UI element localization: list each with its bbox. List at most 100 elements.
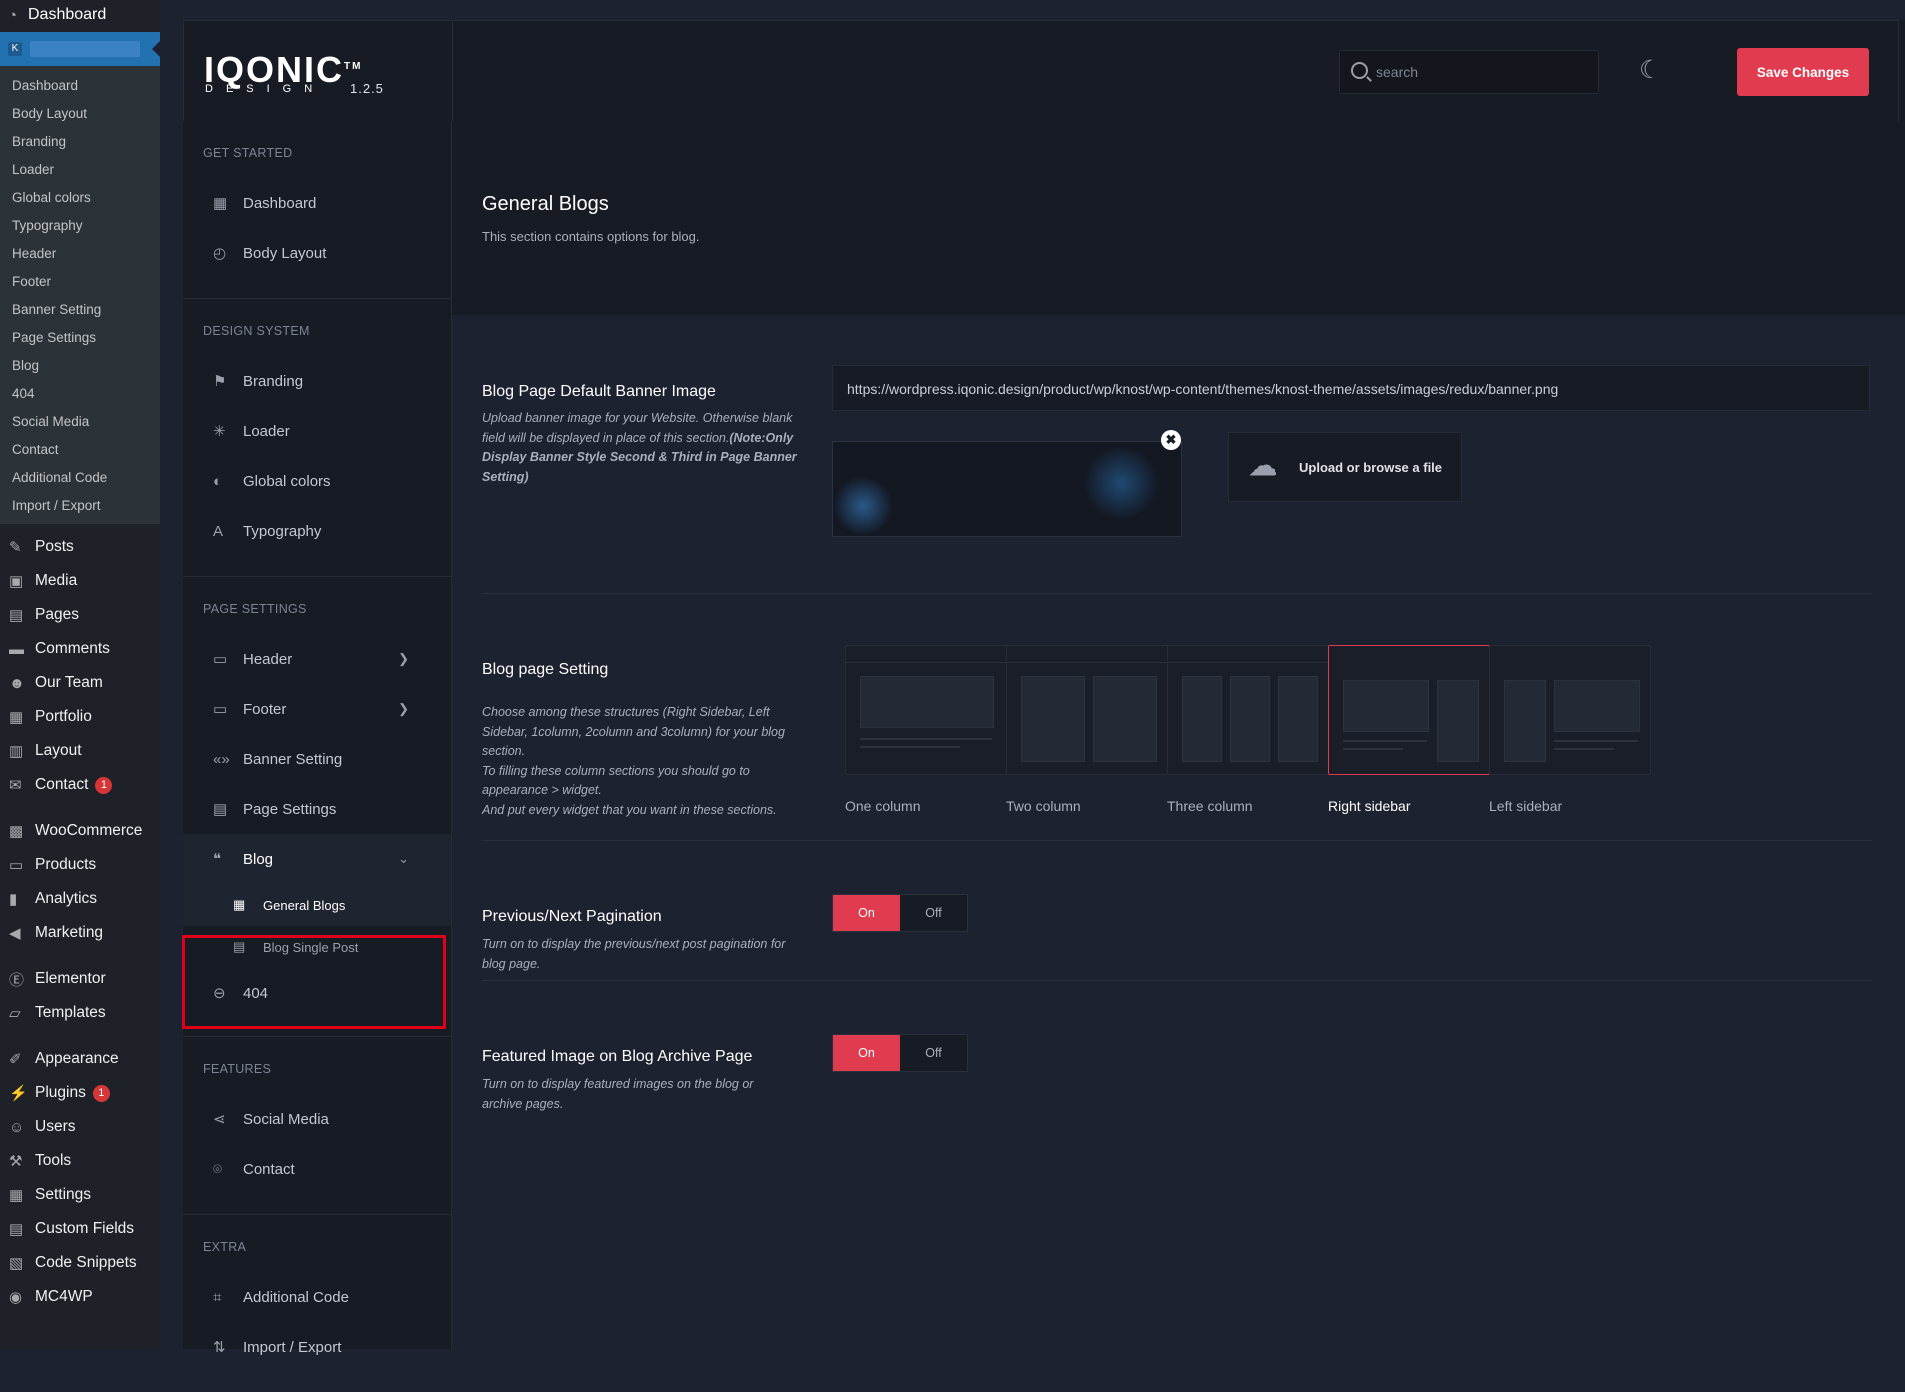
wp-menu-item-marketing[interactable]: ◀ Marketing xyxy=(0,916,160,950)
layout-option-two-column[interactable]: Two column xyxy=(1006,645,1168,814)
wp-submenu-item[interactable]: Header xyxy=(0,240,160,268)
version-number: 1.2.5 xyxy=(350,81,384,96)
nav-item-body-layout[interactable]: ◴ Body Layout xyxy=(183,228,451,278)
nav-item-import-export[interactable]: ⇅ Import / Export xyxy=(183,1322,451,1372)
wp-menu-item-portfolio[interactable]: ▦ Portfolio xyxy=(0,700,160,734)
wp-menu-item-analytics[interactable]: ▮ Analytics xyxy=(0,882,160,916)
toggle-on[interactable]: On xyxy=(833,895,900,931)
banner-url-field[interactable]: https://wordpress.iqonic.design/product/… xyxy=(832,365,1870,411)
wp-menu-item-custom-fields[interactable]: ▤ Custom Fields xyxy=(0,1212,160,1246)
wp-menu-item-settings[interactable]: ▦ Settings xyxy=(0,1178,160,1212)
wp-submenu-item[interactable]: Global colors xyxy=(0,184,160,212)
wp-menu-item-tools[interactable]: ⚒ Tools xyxy=(0,1144,160,1178)
wp-menu-item-mc4wp[interactable]: ◉ MC4WP xyxy=(0,1280,160,1314)
nav-item-loader[interactable]: ✳ Loader xyxy=(183,406,451,456)
toggle-off[interactable]: Off xyxy=(900,1035,967,1071)
nav-item-blog[interactable]: ❝ Blog ⌄ xyxy=(183,834,451,884)
wp-submenu-item[interactable]: Social Media xyxy=(0,408,160,436)
layout-option-left-sidebar[interactable]: Left sidebar xyxy=(1489,645,1651,814)
layout-thumbnail[interactable] xyxy=(845,645,1007,775)
nav-item-global-colors[interactable]: ◐ Global colors xyxy=(183,456,451,506)
toggle-on[interactable]: On xyxy=(833,1035,900,1071)
wp-submenu-item[interactable]: Branding xyxy=(0,128,160,156)
nav-item-footer[interactable]: ▭ Footer ❯ xyxy=(183,684,451,734)
nav-item-header[interactable]: ▭ Header ❯ xyxy=(183,634,451,684)
option-title: Blog Page Default Banner Image xyxy=(482,383,716,400)
nav-subitem-general-blogs[interactable]: ▦ General Blogs xyxy=(183,884,451,926)
featured-image-toggle[interactable]: On Off xyxy=(832,1034,968,1072)
wp-menu-item-templates[interactable]: ▱ Templates xyxy=(0,996,160,1030)
toggle-off[interactable]: Off xyxy=(900,895,967,931)
layout-label: Three column xyxy=(1167,798,1253,814)
nav-item-typography[interactable]: A Typography xyxy=(183,506,451,556)
wp-submenu-item[interactable]: Body Layout xyxy=(0,100,160,128)
wp-submenu-item[interactable]: Additional Code xyxy=(0,464,160,492)
layout-thumbnail[interactable] xyxy=(1489,645,1651,775)
wp-menu-item-users[interactable]: ☺ Users xyxy=(0,1110,160,1144)
wp-menu-item-posts[interactable]: ✎ Posts xyxy=(0,530,160,564)
wp-menu-item-products[interactable]: ▭ Products xyxy=(0,848,160,882)
wp-menu-item-our-team[interactable]: ☻ Our Team xyxy=(0,666,160,700)
import-export-icon: ⇅ xyxy=(213,1339,226,1356)
wp-submenu-item[interactable]: Banner Setting xyxy=(0,296,160,324)
wp-submenu-item[interactable]: Dashboard xyxy=(0,72,160,100)
folder-icon: ▱ xyxy=(9,1005,21,1022)
wp-menu-item-pages[interactable]: ▤ Pages xyxy=(0,598,160,632)
wp-submenu-item[interactable]: Contact xyxy=(0,436,160,464)
wp-menu-item-plugins[interactable]: ⚡ Plugins 1 xyxy=(0,1076,160,1110)
page-subtitle: This section contains options for blog. xyxy=(482,229,700,244)
layout-thumbnail[interactable] xyxy=(1328,645,1490,775)
wp-menu-item-woocommerce[interactable]: ▩ WooCommerce xyxy=(0,814,160,848)
option-title: Previous/Next Pagination xyxy=(482,908,662,925)
wp-submenu-item[interactable]: Loader xyxy=(0,156,160,184)
nav-item-contact[interactable]: ⌾ Contact xyxy=(183,1144,451,1194)
wp-menu-item-elementor[interactable]: Ⓔ Elementor xyxy=(0,962,160,996)
upload-button[interactable]: ☁ Upload or browse a file xyxy=(1228,432,1462,502)
layout-option-right-sidebar[interactable]: Right sidebar xyxy=(1328,645,1490,814)
banner-image-option: Blog Page Default Banner Image Upload ba… xyxy=(482,315,1872,594)
search-box[interactable] xyxy=(1339,50,1599,94)
document-icon: ▤ xyxy=(213,801,228,818)
wp-submenu-item[interactable]: Typography xyxy=(0,212,160,240)
theme-logo-icon: K xyxy=(8,42,22,56)
nav-item-banner-setting[interactable]: «» Banner Setting xyxy=(183,734,451,784)
layout-option-three-column[interactable]: Three column xyxy=(1167,645,1329,814)
wp-menu-item-appearance[interactable]: ✐ Appearance xyxy=(0,1042,160,1076)
nav-item-page-settings[interactable]: ▤ Page Settings xyxy=(183,784,451,834)
pagination-toggle[interactable]: On Off xyxy=(832,894,968,932)
wp-submenu-item[interactable]: Footer xyxy=(0,268,160,296)
wp-menu-item-layout[interactable]: ▥ Layout xyxy=(0,734,160,768)
plugin-icon: ⚡ xyxy=(9,1085,28,1102)
wp-submenu-item[interactable]: 404 xyxy=(0,380,160,408)
wp-dashboard-link[interactable]: ◔ Dashboard xyxy=(0,0,160,30)
highlight-annotation xyxy=(182,935,446,1029)
wp-submenu-item[interactable]: Import / Export xyxy=(0,492,160,520)
layout-option-one-column[interactable]: One column xyxy=(845,645,1007,814)
wp-menu-item-code-snippets[interactable]: ▧ Code Snippets xyxy=(0,1246,160,1280)
option-description: Turn on to display the previous/next pos… xyxy=(482,937,786,971)
wp-menu-item-contact[interactable]: ✉ Contact 1 xyxy=(0,768,160,802)
moon-icon[interactable]: ☾ xyxy=(1639,57,1665,83)
quote-icon: ❝ xyxy=(213,851,222,868)
mail-icon: ✉ xyxy=(9,777,22,794)
save-changes-button[interactable]: Save Changes xyxy=(1737,48,1869,96)
nav-item-additional-code[interactable]: ⌗ Additional Code xyxy=(183,1272,451,1322)
nav-item-branding[interactable]: ⚑ Branding xyxy=(183,356,451,406)
wp-menu-item-comments[interactable]: ▬ Comments xyxy=(0,632,160,666)
wp-menu-item-media[interactable]: ▣ Media xyxy=(0,564,160,598)
layout-thumbnail[interactable] xyxy=(1167,645,1329,775)
nav-item-dashboard[interactable]: ▦ Dashboard xyxy=(183,178,451,228)
remove-image-icon[interactable]: ✖ xyxy=(1161,430,1181,450)
nav-item-social-media[interactable]: ⋖ Social Media xyxy=(183,1094,451,1144)
dashboard-icon: ◔ xyxy=(8,6,18,24)
notification-badge: 1 xyxy=(95,776,113,794)
marketing-icon: ◀ xyxy=(9,925,21,942)
layout-thumbnail[interactable] xyxy=(1006,645,1168,775)
panel-header: IQONICTM DESIGN 1.2.5 ☾ Save Changes xyxy=(183,20,1899,123)
location-pin-icon: ⌾ xyxy=(213,1160,223,1178)
wp-submenu-item[interactable]: Page Settings xyxy=(0,324,160,352)
wp-submenu-item[interactable]: Blog xyxy=(0,352,160,380)
search-input[interactable] xyxy=(1374,59,1588,85)
wp-theme-options-menu[interactable]: K xyxy=(0,32,160,66)
blog-layout-option: Blog page Setting Choose among these str… xyxy=(482,593,1872,841)
